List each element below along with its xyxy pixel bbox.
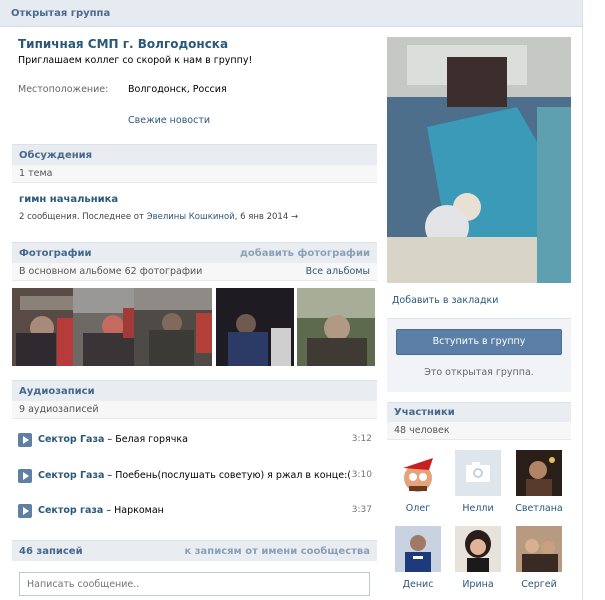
play-icon[interactable]: [18, 504, 32, 518]
album-info: В основном альбоме 62 фотографии: [19, 266, 203, 277]
member-name[interactable]: Нелли: [448, 503, 508, 514]
member-card[interactable]: Олег: [388, 450, 448, 514]
discussions-header[interactable]: Обсуждения: [12, 144, 377, 165]
group-status: Приглашаем коллег со скорой к нам в груп…: [18, 55, 253, 66]
member-name[interactable]: Светлана: [509, 503, 569, 514]
track-title[interactable]: – Поебень(послушать советую) я ржал в ко…: [104, 470, 351, 481]
audio-count-bar: 9 аудиозаписей: [12, 401, 377, 419]
member-card[interactable]: Нелли: [448, 450, 508, 514]
topic-meta: 2 сообщения. Последнее от Эвелины Кошкин…: [19, 212, 298, 222]
group-type-label: Открытая группа: [11, 8, 111, 19]
photos-header[interactable]: Фотографии добавить фотографии: [12, 242, 377, 263]
topic-author-link[interactable]: Эвелины Кошкиной: [147, 212, 235, 222]
track-artist[interactable]: Сектор Газа: [38, 470, 104, 481]
audio-count: 9 аудиозаписей: [19, 404, 99, 415]
track-duration: 3:10: [351, 470, 372, 480]
member-name[interactable]: Денис: [388, 579, 448, 590]
discussions-title: Обсуждения: [19, 150, 93, 161]
group-title: Типичная СМП г. Волгодонска: [18, 37, 229, 51]
photos-info-bar: В основном альбоме 62 фотографии Все аль…: [12, 263, 377, 281]
photo-thumbnail[interactable]: [216, 288, 294, 366]
track-duration: 3:37: [351, 505, 372, 515]
track-artist[interactable]: Сектор Газа: [38, 434, 104, 445]
avatar[interactable]: [516, 526, 562, 572]
audio-header[interactable]: Аудиозаписи: [12, 380, 377, 401]
top-bar: Открытая группа: [0, 0, 582, 27]
arrow-right-icon[interactable]: →: [291, 212, 298, 222]
audio-track[interactable]: Сектор Газа – Белая горячка 3:12: [18, 431, 378, 449]
member-card[interactable]: Ирина: [448, 526, 508, 590]
location-value: Волгодонск, Россия: [128, 84, 227, 95]
audio-track[interactable]: Сектор газа – Наркоман 3:37: [18, 502, 378, 520]
topic-meta-date: , 6 янв 2014: [234, 212, 289, 222]
all-albums-link[interactable]: Все альбомы: [306, 266, 370, 277]
play-icon[interactable]: [18, 433, 32, 447]
post-message-input[interactable]: [20, 573, 369, 595]
members-header[interactable]: Участники: [387, 402, 571, 422]
avatar[interactable]: [455, 526, 501, 572]
track-duration: 3:12: [351, 434, 372, 444]
divider: [582, 0, 583, 600]
audio-title: Аудиозаписи: [19, 386, 95, 397]
track-title[interactable]: – Белая горячка: [104, 434, 188, 445]
member-card[interactable]: Светлана: [509, 450, 569, 514]
member-card[interactable]: Денис: [388, 526, 448, 590]
avatar[interactable]: [395, 450, 441, 496]
members-title: Участники: [394, 407, 455, 418]
photo-thumbnail[interactable]: [134, 288, 212, 366]
topic-meta-prefix: 2 сообщения. Последнее от: [19, 212, 147, 222]
discussions-count-bar: 1 тема: [12, 165, 377, 183]
join-box: Вступить в группу Это открытая группа.: [387, 318, 571, 392]
members-count: 48 человек: [394, 425, 450, 436]
discussions-count: 1 тема: [19, 168, 53, 179]
members-count-bar: 48 человек: [387, 422, 571, 440]
wall-header[interactable]: 46 записей к записям от имени сообщества: [12, 540, 377, 561]
photos-title: Фотографии: [19, 248, 92, 259]
track-title[interactable]: – Наркоман: [103, 505, 164, 516]
group-avatar[interactable]: [387, 37, 571, 283]
post-input-wrapper: [19, 572, 370, 596]
member-name[interactable]: Сергей: [509, 579, 569, 590]
fresh-news-link[interactable]: Свежие новости: [128, 115, 210, 126]
wall-count: 46 записей: [19, 546, 83, 557]
avatar[interactable]: [516, 450, 562, 496]
photo-thumbnail[interactable]: [297, 288, 375, 366]
member-name[interactable]: Ирина: [448, 579, 508, 590]
member-card[interactable]: Сергей: [509, 526, 569, 590]
audio-track[interactable]: Сектор Газа – Поебень(послушать советую)…: [18, 467, 378, 485]
join-group-button[interactable]: Вступить в группу: [396, 329, 562, 355]
open-group-note: Это открытая группа.: [424, 367, 534, 378]
avatar[interactable]: [395, 526, 441, 572]
member-name[interactable]: Олег: [388, 503, 448, 514]
photo-strip: [12, 288, 377, 366]
play-icon[interactable]: [18, 469, 32, 483]
community-posts-link[interactable]: к записям от имени сообщества: [184, 546, 370, 557]
topic-link[interactable]: гимн начальника: [19, 194, 118, 205]
add-photos-link[interactable]: добавить фотографии: [240, 248, 370, 259]
location-label: Местоположение:: [18, 84, 109, 95]
avatar[interactable]: [455, 450, 501, 496]
add-bookmark-link[interactable]: Добавить в закладки: [392, 295, 498, 306]
track-artist[interactable]: Сектор газа: [38, 505, 103, 516]
